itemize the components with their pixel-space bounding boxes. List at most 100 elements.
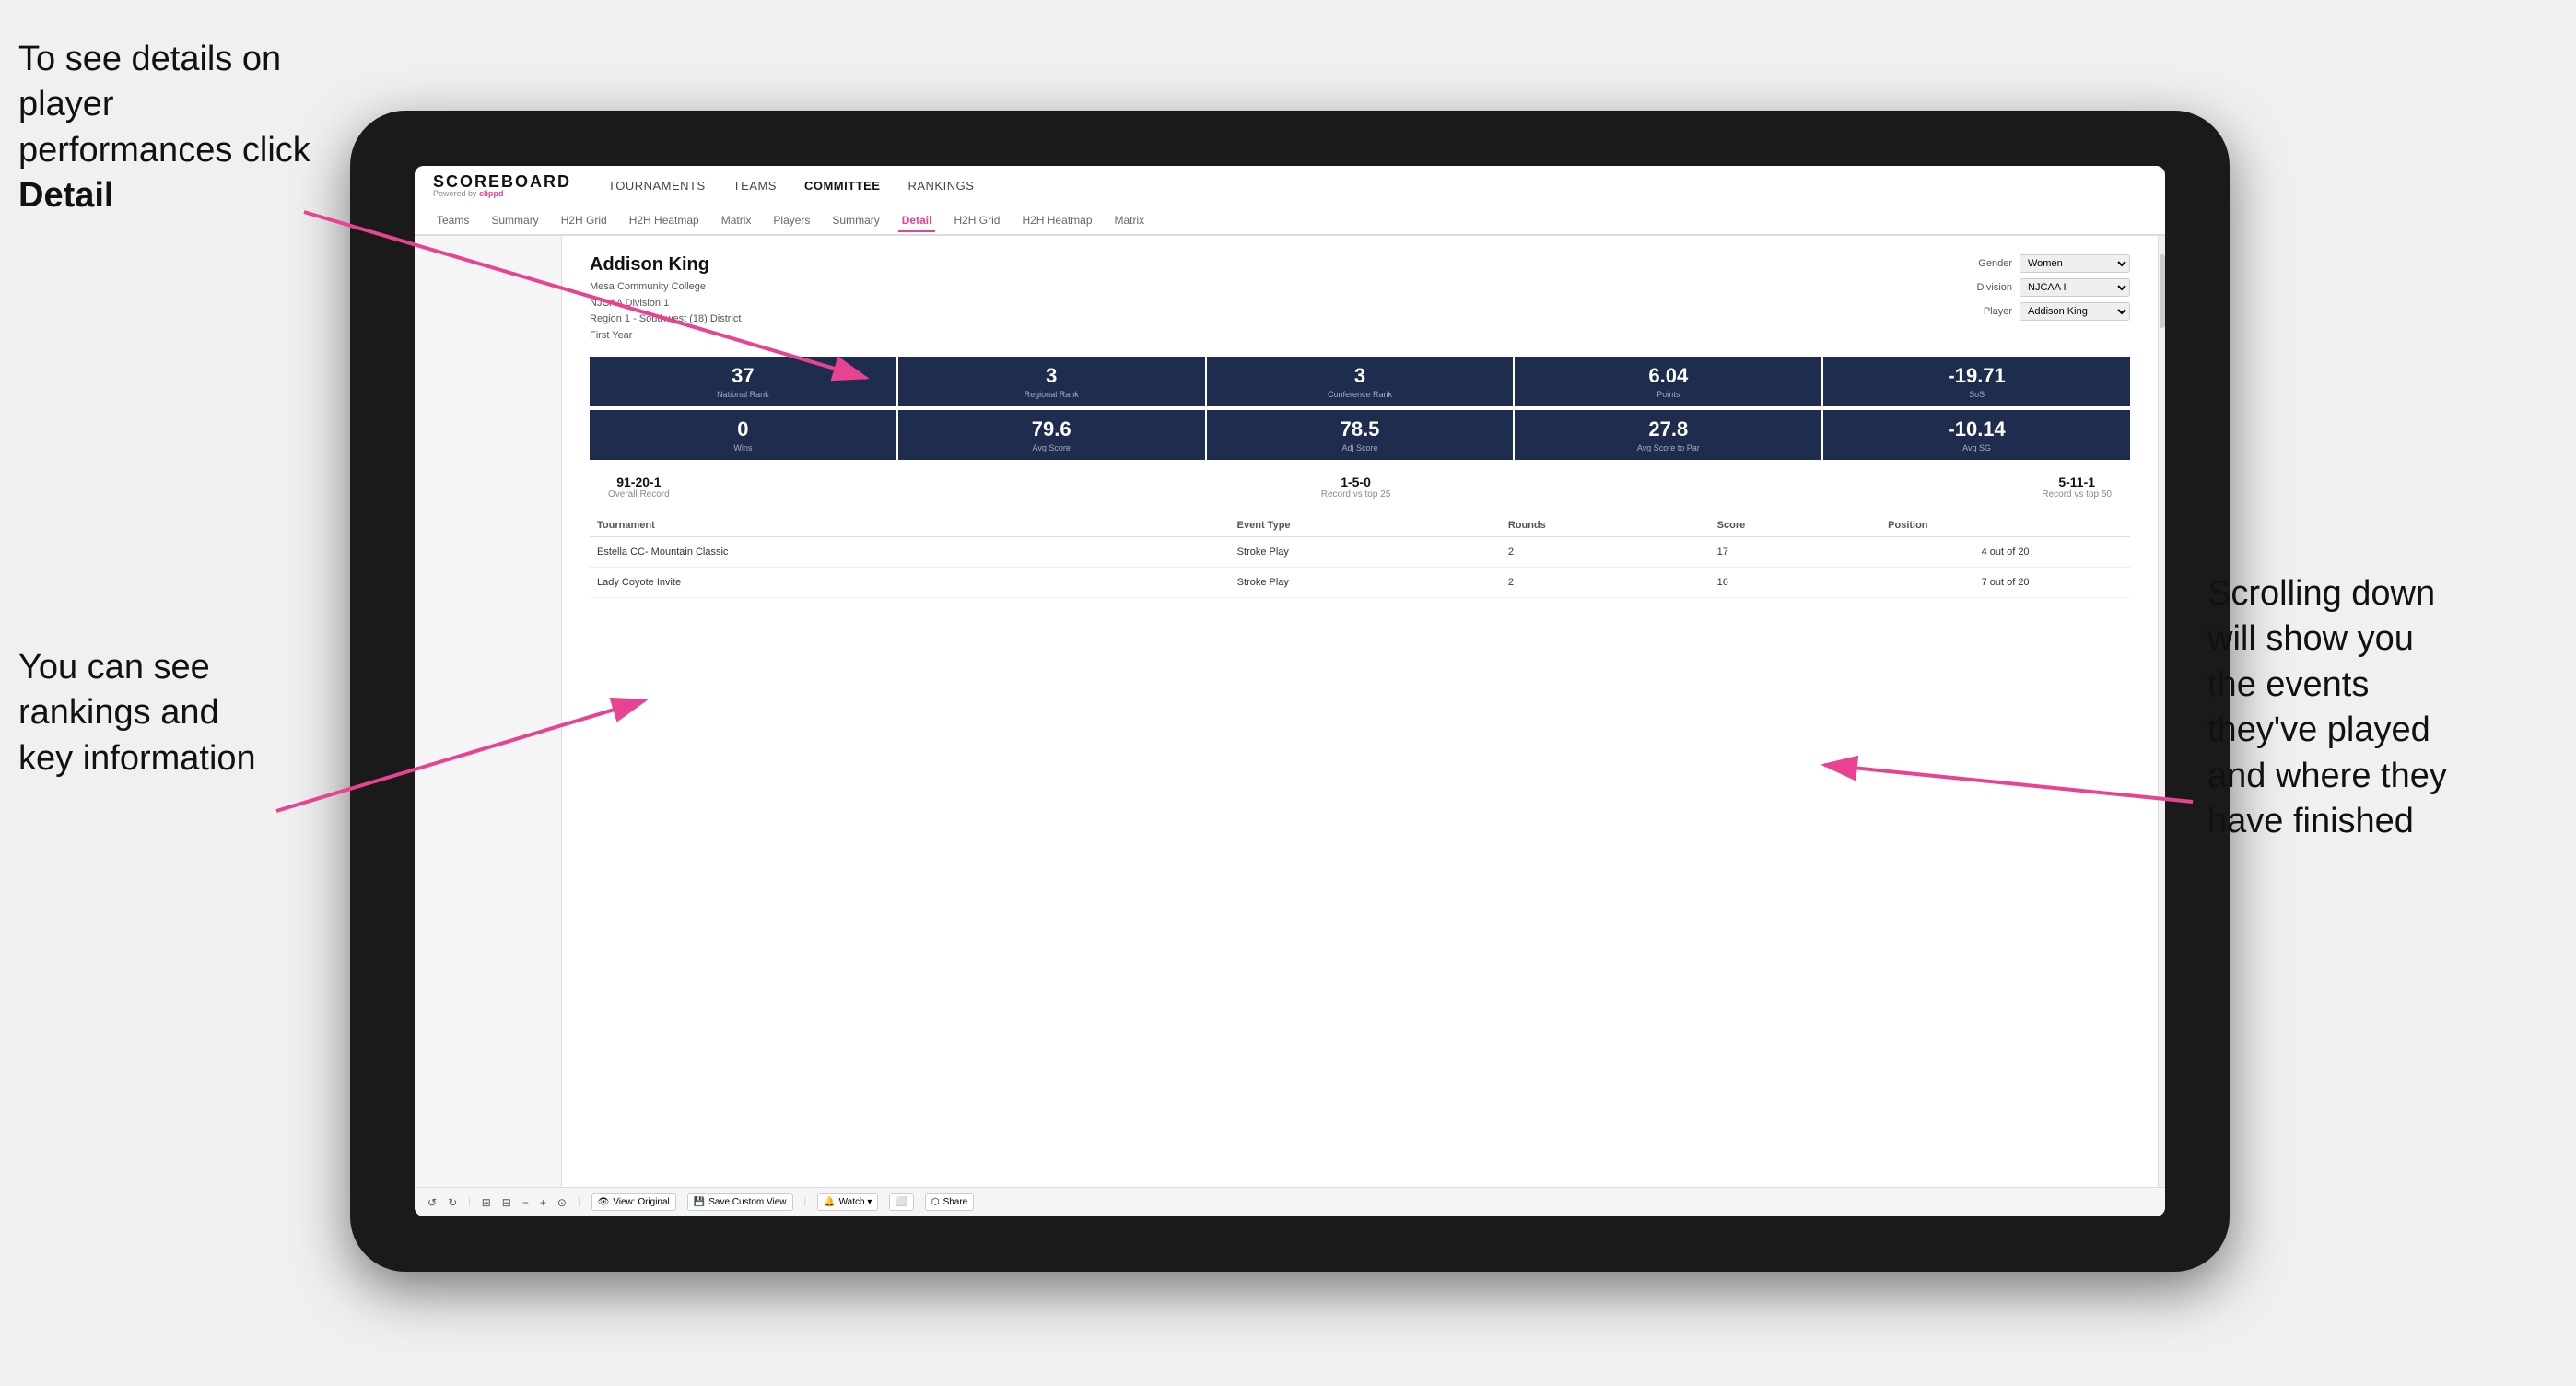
stat-avg-sg: -10.14 Avg SG [1823, 410, 2130, 460]
annotation-top-left: To see details on player performances cl… [18, 37, 332, 219]
top-nav-list: TOURNAMENTS TEAMS COMMITTEE RANKINGS [608, 178, 974, 194]
record-top25: 1-5-0 Record vs top 25 [1321, 475, 1391, 499]
player-division: NJCAA Division 1 [590, 296, 741, 312]
tournament-rounds-1: 2 [1501, 537, 1710, 568]
share-icon: ⬡ [931, 1197, 940, 1207]
player-info: Addison King Mesa Community College NJCA… [590, 254, 741, 344]
subnav-summary2[interactable]: Summary [828, 212, 883, 229]
left-panel [415, 236, 562, 1187]
save-label: Save Custom View [708, 1197, 786, 1207]
col-event-type: Event Type [1230, 514, 1501, 537]
stat-regional-rank: 3 Regional Rank [898, 357, 1205, 406]
dash-icon[interactable]: − [522, 1196, 529, 1209]
gender-select[interactable]: Women [2020, 254, 2130, 273]
circle-icon[interactable]: ⊙ [557, 1196, 567, 1209]
record-top50: 5-11-1 Record vs top 50 [2042, 475, 2112, 499]
redo-icon[interactable]: ↻ [448, 1196, 457, 1209]
tablet-device: SCOREBOARD Powered by clippd TOURNAMENTS… [350, 111, 2230, 1272]
gender-filter-row: Gender Women [1961, 254, 2130, 273]
tournament-type-2: Stroke Play [1230, 568, 1501, 598]
scroll-thumb[interactable] [2160, 254, 2165, 328]
nav-rankings[interactable]: RANKINGS [907, 178, 974, 194]
nav-tournaments[interactable]: TOURNAMENTS [608, 178, 706, 194]
subnav-h2h-grid2[interactable]: H2H Grid [950, 212, 1003, 229]
nav-teams[interactable]: TEAMS [733, 178, 777, 194]
share-button[interactable]: ⬡ Share [925, 1193, 974, 1211]
subnav-players[interactable]: Players [769, 212, 814, 229]
player-label: Player [1961, 306, 2012, 317]
annotation-bottom-left: You can see rankings and key information [18, 645, 332, 781]
subnav-teams[interactable]: Teams [433, 212, 473, 229]
player-school: Mesa Community College [590, 279, 741, 296]
grid-icon[interactable]: ⊞ [482, 1196, 491, 1209]
nav-committee[interactable]: COMMITTEE [804, 178, 881, 194]
col-position: Position [1880, 514, 2130, 537]
player-year: First Year [590, 328, 741, 345]
subnav-h2h-grid[interactable]: H2H Grid [557, 212, 611, 229]
brand-name: SCOREBOARD [433, 173, 571, 190]
tournament-empty-1 [1171, 537, 1230, 568]
tournament-table: Tournament Event Type Rounds Score Posit… [590, 514, 2130, 598]
stat-sos: -19.71 SoS [1823, 357, 2130, 406]
stat-wins: 0 Wins [590, 410, 896, 460]
player-filter-row: Player Addison King [1961, 302, 2130, 321]
view-icon: 👁 [598, 1197, 610, 1207]
stat-conference-rank: 3 Conference Rank [1207, 357, 1514, 406]
separator-3: | [804, 1197, 807, 1207]
separator-2: | [578, 1197, 580, 1207]
screen-button[interactable]: ⬜ [889, 1193, 913, 1211]
gender-label: Gender [1961, 258, 2012, 269]
division-select[interactable]: NJCAA I [2020, 278, 2130, 297]
right-content: Addison King Mesa Community College NJCA… [562, 236, 2158, 1187]
player-select[interactable]: Addison King [2020, 302, 2130, 321]
player-region: Region 1 - Southwest (18) District [590, 311, 741, 328]
tournament-type-1: Stroke Play [1230, 537, 1501, 568]
subnav-summary[interactable]: Summary [487, 212, 542, 229]
player-header: Addison King Mesa Community College NJCA… [590, 254, 2130, 344]
scoreboard-logo: SCOREBOARD Powered by clippd [433, 173, 571, 198]
undo-icon[interactable]: ↺ [427, 1196, 437, 1209]
tournament-score-2: 16 [1710, 568, 1880, 598]
save-custom-view-button[interactable]: 💾 Save Custom View [687, 1193, 793, 1211]
table-row: Estella CC- Mountain Classic Stroke Play… [590, 537, 2130, 568]
tournament-name-2: Lady Coyote Invite [590, 568, 1171, 598]
stat-avg-score-par: 27.8 Avg Score to Par [1515, 410, 1821, 460]
subnav-h2h-heatmap[interactable]: H2H Heatmap [626, 212, 703, 229]
subnav-matrix2[interactable]: Matrix [1111, 212, 1149, 229]
division-filter-row: Division NJCAA I [1961, 278, 2130, 297]
stat-national-rank: 37 National Rank [590, 357, 896, 406]
plus-icon[interactable]: + [540, 1196, 546, 1209]
subnav-matrix[interactable]: Matrix [718, 212, 755, 229]
table-row: Lady Coyote Invite Stroke Play 2 16 7 ou… [590, 568, 2130, 598]
view-original-button[interactable]: 👁 View: Original [591, 1193, 676, 1211]
bottom-toolbar: ↺ ↻ | ⊞ ⊟ − + ⊙ | 👁 View: Original 💾 Sav… [415, 1187, 2165, 1216]
tablet-screen: SCOREBOARD Powered by clippd TOURNAMENTS… [415, 166, 2165, 1216]
player-filters: Gender Women Division NJCAA I [1961, 254, 2130, 321]
tournament-score-1: 17 [1710, 537, 1880, 568]
subnav-h2h-heatmap2[interactable]: H2H Heatmap [1018, 212, 1095, 229]
subnav-detail[interactable]: Detail [898, 212, 936, 229]
watch-label: Watch ▾ [839, 1197, 872, 1207]
tournament-position-2: 7 out of 20 [1880, 568, 2130, 598]
tournament-empty-2 [1171, 568, 1230, 598]
subnav-list: Teams Summary H2H Grid H2H Heatmap Matri… [433, 212, 1148, 229]
main-content: Addison King Mesa Community College NJCA… [415, 236, 2165, 1187]
sub-navigation: Teams Summary H2H Grid H2H Heatmap Matri… [415, 206, 2165, 236]
minus-icon[interactable]: ⊟ [502, 1196, 511, 1209]
main-nav: TOURNAMENTS TEAMS COMMITTEE RANKINGS [608, 178, 974, 194]
stat-points: 6.04 Points [1515, 357, 1821, 406]
annotation-right: Scrolling down will show you the events … [2207, 571, 2558, 844]
division-label: Division [1961, 282, 2012, 293]
col-rounds: Rounds [1501, 514, 1710, 537]
scroll-indicator [2158, 236, 2165, 1187]
separator-1: | [468, 1197, 471, 1207]
stats-row-2: 0 Wins 79.6 Avg Score 78.5 Adj Score 27.… [590, 410, 2130, 460]
record-overall: 91-20-1 Overall Record [608, 475, 670, 499]
view-label: View: Original [613, 1197, 670, 1207]
watch-button[interactable]: 🔔 Watch ▾ [817, 1193, 878, 1211]
stats-row-1: 37 National Rank 3 Regional Rank 3 Confe… [590, 357, 2130, 406]
save-icon: 💾 [694, 1197, 705, 1207]
col-tournament: Tournament [590, 514, 1171, 537]
col-score: Score [1710, 514, 1880, 537]
top-navigation: SCOREBOARD Powered by clippd TOURNAMENTS… [415, 166, 2165, 206]
